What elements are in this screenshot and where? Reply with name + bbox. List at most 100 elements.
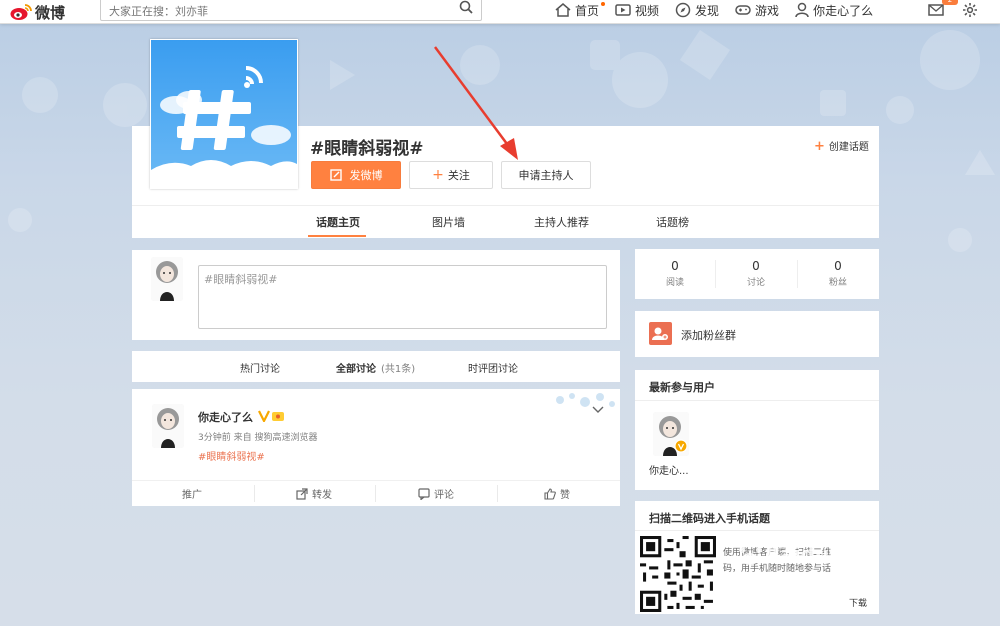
discussion-tabs <box>132 351 620 382</box>
like-label: 赞 <box>560 490 570 501</box>
active-tab-indicator <box>308 235 366 237</box>
post-author-name[interactable]: 你走心了么 <box>198 409 253 425</box>
nav-discover[interactable]: 发现 <box>675 2 719 19</box>
user-avatar-icon <box>653 412 689 456</box>
watermark-text: Baidu经验 <box>765 542 870 566</box>
divider <box>497 485 498 502</box>
verified-badge-icon <box>258 410 284 422</box>
comment-label: 评论 <box>434 490 454 501</box>
nav-video-label: 视频 <box>635 3 660 18</box>
divider <box>635 400 879 401</box>
home-icon <box>555 3 571 17</box>
create-topic-link[interactable]: + 创建话题 <box>814 138 869 154</box>
video-icon <box>615 4 631 16</box>
post-meta: 3分钟前 来自 搜狗高速浏览器 <box>198 433 318 443</box>
user-avatar-icon <box>152 404 184 448</box>
tab-all-discussion[interactable]: 全部讨论 <box>336 360 376 375</box>
nav-games-label: 游戏 <box>755 3 780 18</box>
stat-reads-label: 阅读 <box>665 278 684 288</box>
stat-discussions: 0 讨论 <box>716 259 796 288</box>
promote-label: 推广 <box>182 490 202 501</box>
nav-home[interactable]: 首页 <box>555 1 605 19</box>
weibo-logo[interactable]: 微博 <box>10 0 65 24</box>
search-box[interactable] <box>100 0 482 22</box>
share-icon <box>296 487 308 500</box>
stat-fans: 0 粉丝 <box>798 259 878 288</box>
main-nav: 首页 视频 发现 游戏 你走心了么 <box>555 0 889 20</box>
topic-title: #眼睛斜弱视# <box>310 139 424 159</box>
tab-topic-ranking[interactable]: 话题榜 <box>656 214 689 230</box>
tab-topic-home[interactable]: 话题主页 <box>316 214 360 230</box>
topic-tabs: 话题主页 图片墙 主持人推荐 话题榜 <box>132 205 879 238</box>
post-weibo-label: 发微博 <box>349 169 383 182</box>
qr-code-image <box>640 536 716 612</box>
post-decoration <box>556 393 615 407</box>
topic-stats-panel: 0 阅读 0 讨论 0 粉丝 <box>635 249 879 299</box>
repost-label: 转发 <box>312 490 332 501</box>
post-weibo-button[interactable]: 发微博 <box>311 161 401 189</box>
notification-dot <box>601 1 605 6</box>
stat-discussions-value: 0 <box>752 259 760 273</box>
stat-discussions-label: 讨论 <box>746 278 765 288</box>
stat-fans-label: 粉丝 <box>828 278 847 288</box>
plus-icon: + <box>814 139 825 154</box>
recent-users-title: 最新参与用户 <box>649 381 715 394</box>
watermark-url: jingyan.baidu.com <box>768 581 861 592</box>
repost-button[interactable]: 转发 <box>296 486 332 501</box>
baidu-paw-icon <box>739 541 762 565</box>
divider <box>375 485 376 502</box>
like-button[interactable]: 赞 <box>544 486 570 501</box>
recent-user-name[interactable]: 你走心... <box>649 462 689 477</box>
tab-host-recommend[interactable]: 主持人推荐 <box>534 214 589 230</box>
promote-button[interactable]: 推广 <box>182 486 202 501</box>
fans-group-label: 添加粉丝群 <box>681 329 736 342</box>
create-topic-label: 创建话题 <box>828 142 869 153</box>
nav-profile-label: 你走心了么 <box>813 3 874 18</box>
tab-hot-discussion[interactable]: 热门讨论 <box>240 360 280 375</box>
avatar[interactable] <box>151 257 183 301</box>
compass-icon <box>675 2 691 18</box>
top-navigation-bar: 微博 首页 视频 发现 游戏 你走心了么 <box>0 0 1000 24</box>
logo-text: 微博 <box>35 3 66 22</box>
mail-icon[interactable] <box>928 3 944 17</box>
chevron-down-icon[interactable] <box>592 405 604 415</box>
divider <box>635 530 879 531</box>
gamepad-icon <box>735 5 751 15</box>
comment-icon <box>418 487 430 500</box>
stat-reads-value: 0 <box>671 259 679 273</box>
tab-review-discussion[interactable]: 时评团讨论 <box>468 360 518 375</box>
recent-users-panel: 最新参与用户 你走心... <box>635 370 879 490</box>
tab-photo-wall[interactable]: 图片墙 <box>432 214 465 230</box>
group-icon <box>649 322 672 345</box>
comment-button[interactable]: 评论 <box>418 486 454 501</box>
search-input[interactable] <box>109 0 449 22</box>
user-avatar-icon <box>151 257 183 301</box>
thumbs-up-icon <box>544 487 556 500</box>
stat-fans-value: 0 <box>834 259 842 273</box>
annotation-arrow-icon <box>433 46 518 160</box>
stat-reads: 0 阅读 <box>635 259 715 288</box>
qr-section-title: 扫描二维码进入手机话题 <box>649 512 770 525</box>
nav-video[interactable]: 视频 <box>615 2 659 19</box>
nav-home-label: 首页 <box>575 3 600 18</box>
topic-cover-image <box>150 39 298 189</box>
message-badge: 2 <box>942 0 958 5</box>
composer-textarea[interactable]: #眼睛斜弱视# <box>198 265 607 329</box>
nav-games[interactable]: 游戏 <box>735 2 779 19</box>
hashtag-cover-icon <box>151 66 297 188</box>
post-hashtag-link[interactable]: #眼睛斜弱视# <box>198 448 265 463</box>
discussion-count: (共1条) <box>381 364 416 375</box>
nav-discover-label: 发现 <box>695 3 720 18</box>
nav-profile[interactable]: 你走心了么 <box>795 2 873 19</box>
avatar[interactable] <box>653 412 689 456</box>
divider <box>254 485 255 502</box>
qr-download-link[interactable]: 下载 <box>849 596 867 609</box>
search-icon[interactable] <box>459 0 473 14</box>
edit-icon <box>329 169 342 181</box>
fans-group-panel[interactable]: 添加粉丝群 <box>635 311 879 357</box>
weibo-logo-icon <box>10 4 32 20</box>
user-icon <box>795 2 809 18</box>
post-actions-bar: 推广 转发 评论 赞 <box>132 480 620 506</box>
avatar[interactable] <box>152 404 184 448</box>
gear-icon[interactable] <box>962 2 978 18</box>
